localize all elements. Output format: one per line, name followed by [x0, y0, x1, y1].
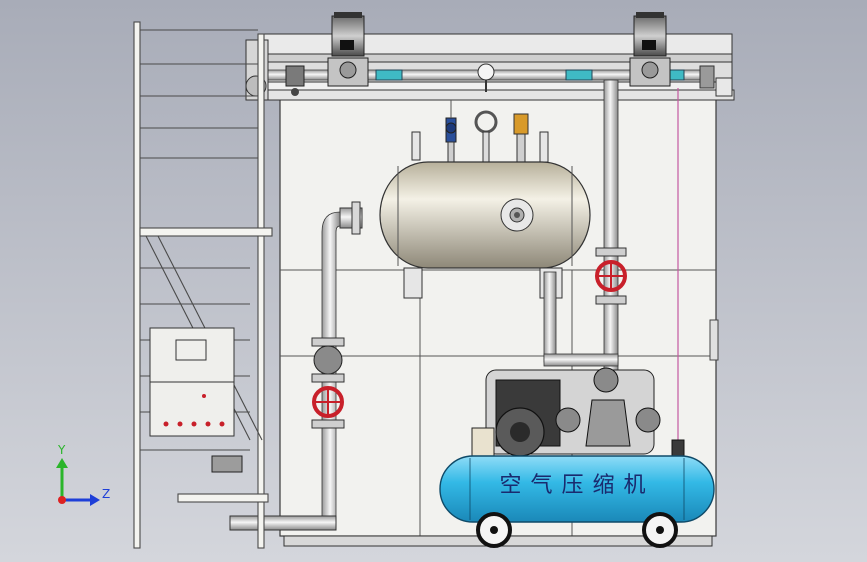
top-motor-right — [629, 12, 671, 87]
pressure-switch — [671, 439, 685, 457]
valve-handwheel-left[interactable] — [312, 386, 344, 418]
small-pump — [211, 455, 243, 473]
drum-manway-icon — [514, 212, 520, 218]
control-cabinet — [149, 327, 235, 437]
air-compressor — [471, 367, 661, 459]
compressor-tank-label: 空气压缩机 — [499, 473, 654, 498]
compressor-tank: 空气压缩机 — [439, 455, 715, 523]
z-axis-label: Z — [102, 487, 110, 501]
compressor-wheel-right — [642, 512, 678, 548]
cad-viewport[interactable]: 空气压缩机 Y Z — [0, 0, 867, 562]
compressor-wheel-left — [476, 512, 512, 548]
valve-handwheel-right[interactable] — [595, 260, 627, 292]
y-axis-label: Y — [57, 443, 66, 457]
top-motor-left — [327, 12, 369, 87]
